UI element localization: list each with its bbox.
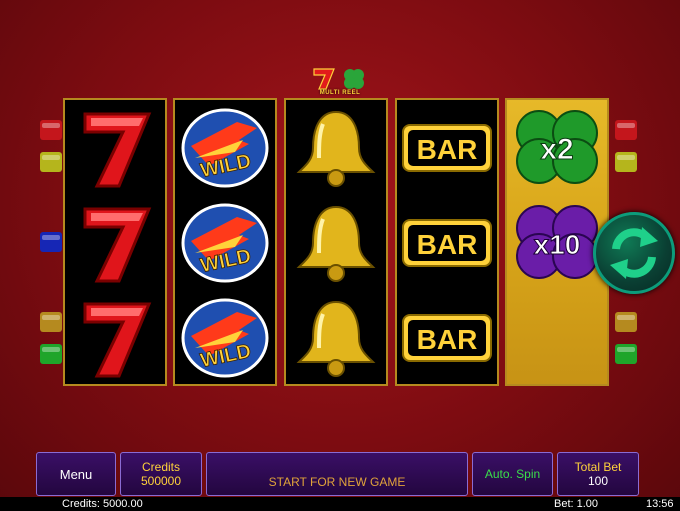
- payline-marker-left-2: [40, 152, 62, 172]
- reel-5-cell-1: x2: [507, 100, 607, 195]
- menu-label: Menu: [59, 466, 93, 482]
- reel-4-cell-1: BAR: [397, 100, 497, 195]
- svg-text:BAR: BAR: [417, 229, 478, 260]
- game-logo: MULTI REEL: [308, 66, 372, 100]
- spin-button[interactable]: [593, 212, 675, 294]
- reel-5-cell-2: x10: [507, 195, 607, 290]
- status-bar: Credits: 5000.00 Bet: 1.00 13:56: [0, 497, 680, 511]
- payline-marker-left-3: [40, 232, 62, 252]
- reel-4-cell-2: BAR: [397, 195, 497, 290]
- payline-marker-left-1: [40, 120, 62, 140]
- payline-marker-right-4: [615, 312, 637, 332]
- total-bet-label: Total Bet: [574, 460, 622, 474]
- logo-text: MULTI REEL: [319, 90, 361, 96]
- wild-symbol-icon: WILD: [181, 298, 269, 377]
- start-game-button[interactable]: START FOR NEW GAME: [206, 452, 468, 496]
- wild-symbol-icon: WILD: [181, 108, 269, 187]
- reel-2-cell-3: WILD: [175, 290, 275, 385]
- seven-icon: [83, 112, 152, 187]
- reel-1: [63, 98, 167, 386]
- status-bet: Bet: 1.00: [554, 498, 599, 510]
- payline-marker-right-5: [615, 344, 637, 364]
- seven-icon: [83, 302, 152, 377]
- svg-text:x2: x2: [540, 133, 573, 166]
- credits-value: 500000: [140, 474, 182, 488]
- reel-2-cell-1: WILD: [175, 100, 275, 195]
- logo-seven-clover-icon: [313, 68, 364, 90]
- payline-marker-left-5: [40, 344, 62, 364]
- bar-symbol-icon: BAR: [402, 313, 492, 362]
- reel-1-cell-3: [65, 290, 165, 385]
- auto-spin-label: Auto. Spin: [484, 467, 541, 481]
- reel-1-cell-1: [65, 100, 165, 195]
- status-time: 13:56: [646, 498, 674, 510]
- bar-symbol-icon: BAR: [402, 218, 492, 267]
- svg-text:BAR: BAR: [417, 134, 478, 165]
- payline-marker-left-4: [40, 312, 62, 332]
- reel-4: BAR BAR BAR: [395, 98, 499, 386]
- reel-3: [284, 98, 388, 386]
- status-credits: Credits: 5000.00: [62, 498, 143, 510]
- bell-icon: [296, 300, 376, 377]
- reel-1-cell-2: [65, 195, 165, 290]
- start-game-label: START FOR NEW GAME: [268, 475, 406, 489]
- credits-label: Credits: [141, 460, 180, 474]
- seven-icon: [83, 207, 152, 282]
- spin-arrows-icon: [610, 227, 658, 279]
- bell-icon: [296, 205, 376, 282]
- reel-2-cell-2: WILD: [175, 195, 275, 290]
- auto-spin-button[interactable]: Auto. Spin: [472, 452, 553, 496]
- clover-x10-icon: x10: [516, 204, 598, 279]
- menu-button[interactable]: Menu: [36, 452, 116, 496]
- payline-marker-right-2: [615, 152, 637, 172]
- payline-marker-right-1: [615, 120, 637, 140]
- reel-2: WILD WILD WILD: [173, 98, 277, 386]
- bar-symbol-icon: BAR: [402, 123, 492, 172]
- total-bet-value: 100: [587, 474, 609, 488]
- total-bet-button[interactable]: Total Bet 100: [557, 452, 639, 496]
- svg-text:x10: x10: [534, 229, 581, 260]
- wild-symbol-icon: WILD: [181, 203, 269, 282]
- bell-icon: [296, 110, 376, 187]
- reel-3-cell-2: [286, 195, 386, 290]
- reel-3-cell-1: [286, 100, 386, 195]
- svg-text:BAR: BAR: [417, 324, 478, 355]
- reel-3-cell-3: [286, 290, 386, 385]
- clover-x2-icon: x2: [516, 109, 598, 184]
- credits-display: Credits 500000: [120, 452, 202, 496]
- reel-4-cell-3: BAR: [397, 290, 497, 385]
